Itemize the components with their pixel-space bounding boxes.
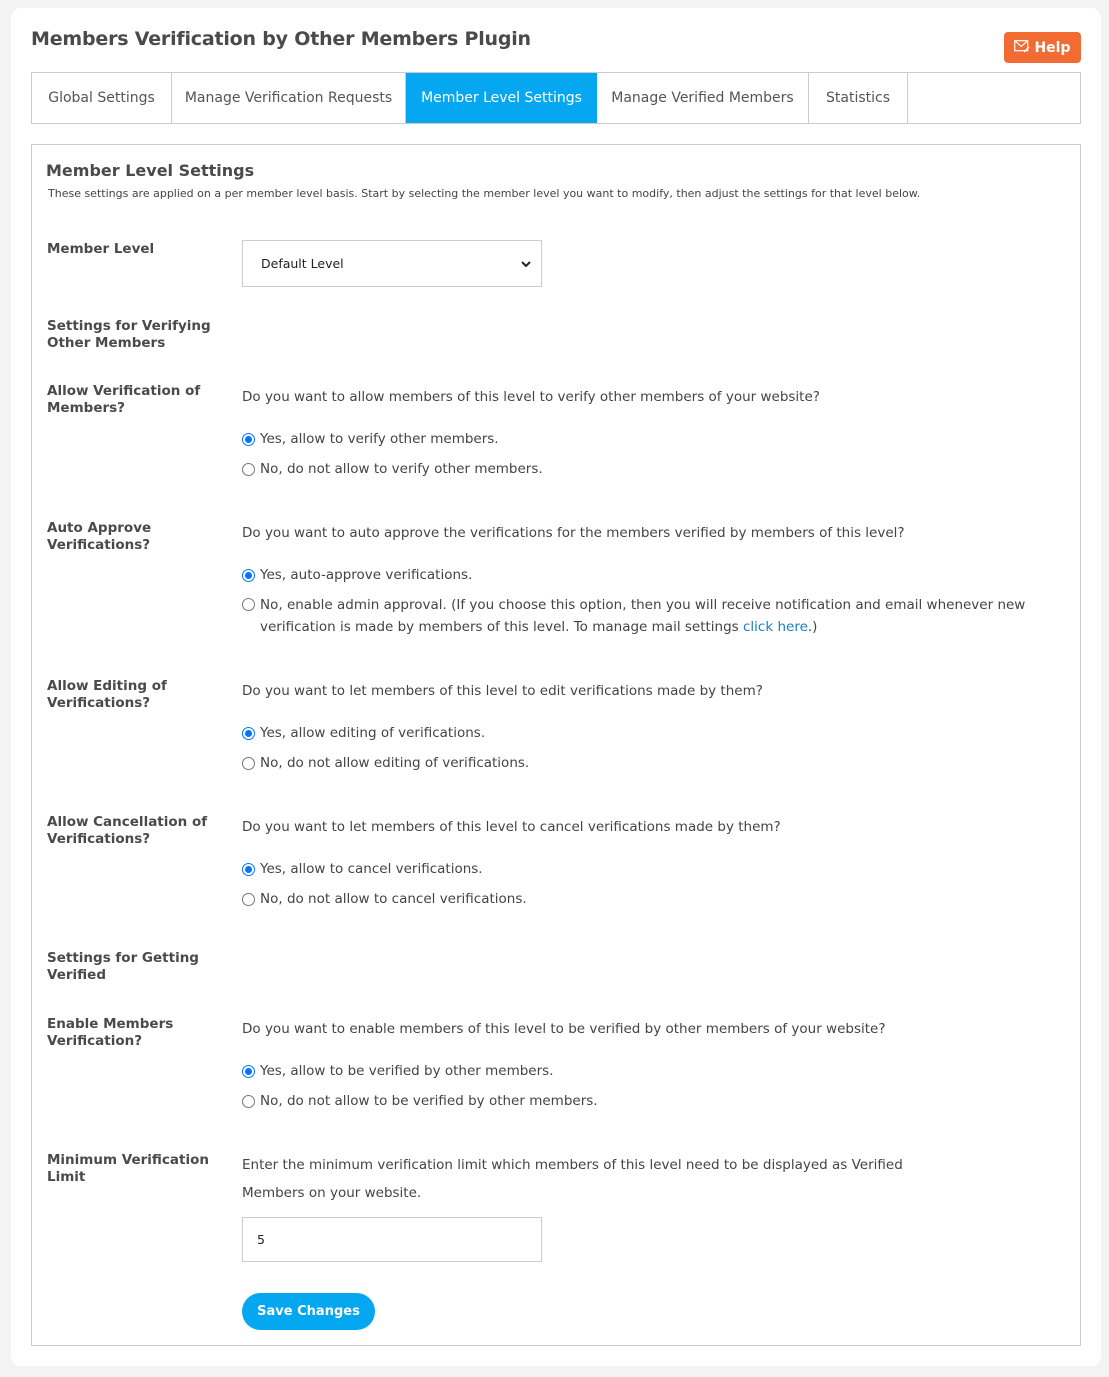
section-verifying-heading: Settings for Verifying Other Members	[47, 318, 211, 351]
enable-verification-question: Do you want to enable members of this le…	[242, 1021, 886, 1037]
member-level-label: Member Level	[47, 241, 155, 257]
tab-manage-verification-requests[interactable]: Manage Verification Requests	[172, 73, 406, 123]
min-limit-question-line1: Enter the minimum verification limit whi…	[242, 1157, 903, 1173]
allow-cancellation-no[interactable]: No, do not allow to cancel verifications…	[242, 888, 1062, 910]
radio-checked[interactable]	[242, 568, 255, 582]
allow-editing-yes[interactable]: Yes, allow editing of verifications.	[242, 722, 1062, 744]
option-label: No, enable admin approval. (If you choos…	[260, 594, 1062, 638]
radio-checked[interactable]	[242, 1064, 255, 1078]
radio-checked[interactable]	[242, 862, 255, 876]
auto-approve-question: Do you want to auto approve the verifica…	[242, 525, 905, 541]
allow-verification-yes[interactable]: Yes, allow to verify other members.	[242, 428, 1062, 450]
radio-unchecked[interactable]	[242, 462, 255, 476]
option-label: No, do not allow to verify other members…	[260, 461, 543, 477]
member-level-selected: Default Level	[261, 256, 344, 271]
enable-verification-no[interactable]: No, do not allow to be verified by other…	[242, 1090, 1062, 1112]
tab-statistics[interactable]: Statistics	[809, 73, 908, 123]
plugin-card: Members Verification by Other Members Pl…	[11, 8, 1101, 1366]
settings-panel: Member Level Settings These settings are…	[31, 144, 1081, 1346]
auto-approve-yes[interactable]: Yes, auto-approve verifications.	[242, 564, 1062, 586]
help-button[interactable]: Help	[1004, 32, 1081, 63]
option-label: Yes, auto-approve verifications.	[260, 567, 473, 583]
auto-approve-label: Auto Approve Verifications?	[47, 520, 152, 553]
tab-manage-verified-members[interactable]: Manage Verified Members	[597, 73, 809, 123]
allow-editing-no[interactable]: No, do not allow editing of verification…	[242, 752, 1062, 774]
tab-member-level-settings[interactable]: Member Level Settings	[406, 73, 597, 123]
allow-cancellation-label: Allow Cancellation of Verifications?	[47, 814, 208, 847]
option-label: Yes, allow to cancel verifications.	[260, 861, 483, 877]
help-label: Help	[1034, 39, 1071, 56]
min-limit-label: Minimum Verification Limit	[47, 1152, 209, 1185]
option-suffix: .)	[807, 619, 818, 635]
section-getting-verified-heading: Settings for Getting Verified	[47, 950, 199, 983]
option-label: No, do not allow editing of verification…	[260, 755, 530, 771]
option-label: Yes, allow to be verified by other membe…	[260, 1063, 554, 1079]
option-label: Yes, allow to verify other members.	[260, 431, 499, 447]
radio-unchecked[interactable]	[242, 892, 255, 906]
option-text: No, enable admin approval. (If you choos…	[260, 597, 1026, 635]
option-label: Yes, allow editing of verifications.	[260, 725, 486, 741]
save-changes-button[interactable]: Save Changes	[242, 1293, 375, 1330]
option-label: No, do not allow to cancel verifications…	[260, 891, 527, 907]
tab-global-settings[interactable]: Global Settings	[32, 73, 172, 123]
allow-verification-label: Allow Verification of Members?	[47, 383, 201, 416]
allow-editing-question: Do you want to let members of this level…	[242, 683, 763, 699]
mail-settings-link[interactable]: click here	[743, 619, 808, 635]
page-title: Members Verification by Other Members Pl…	[31, 28, 531, 50]
member-level-select[interactable]: Default Level	[242, 240, 542, 287]
allow-cancellation-yes[interactable]: Yes, allow to cancel verifications.	[242, 858, 1062, 880]
envelope-help-icon	[1014, 39, 1030, 57]
allow-verification-question: Do you want to allow members of this lev…	[242, 389, 820, 405]
option-label: No, do not allow to be verified by other…	[260, 1093, 598, 1109]
radio-checked[interactable]	[242, 432, 255, 446]
radio-unchecked[interactable]	[242, 598, 255, 611]
radio-unchecked[interactable]	[242, 1094, 255, 1108]
radio-checked[interactable]	[242, 726, 255, 740]
allow-verification-no[interactable]: No, do not allow to verify other members…	[242, 458, 1062, 480]
min-limit-input[interactable]: 5	[242, 1217, 542, 1262]
min-limit-question-line2: Members on your website.	[242, 1185, 422, 1201]
allow-cancellation-question: Do you want to let members of this level…	[242, 819, 781, 835]
auto-approve-no[interactable]: No, enable admin approval. (If you choos…	[242, 594, 1062, 638]
panel-description: These settings are applied on a per memb…	[48, 187, 921, 200]
chevron-down-icon	[521, 256, 531, 271]
allow-editing-label: Allow Editing of Verifications?	[47, 678, 167, 711]
enable-verification-label: Enable Members Verification?	[47, 1016, 174, 1049]
tab-bar: Global Settings Manage Verification Requ…	[31, 72, 1081, 124]
radio-unchecked[interactable]	[242, 756, 255, 770]
panel-title: Member Level Settings	[46, 161, 255, 180]
enable-verification-yes[interactable]: Yes, allow to be verified by other membe…	[242, 1060, 1062, 1082]
